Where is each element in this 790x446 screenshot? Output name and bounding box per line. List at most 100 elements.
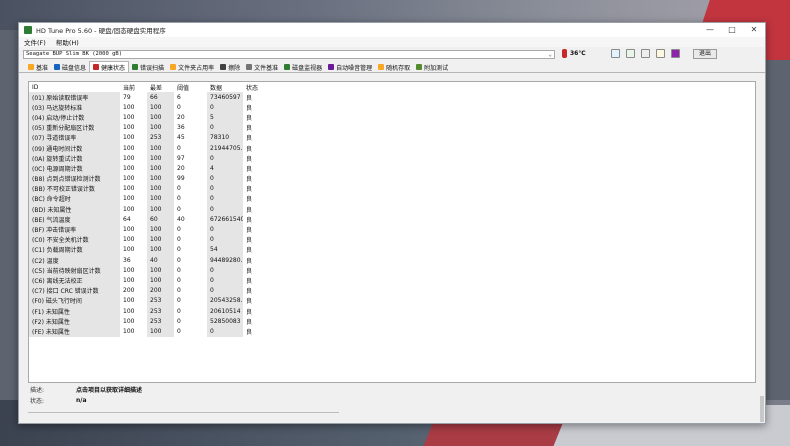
table-row[interactable]: (BF) 冲击错误率 100 100 0 0 良 bbox=[29, 224, 261, 235]
tab-3[interactable]: 错误扫描 bbox=[129, 62, 167, 72]
cell-threshold: 0 bbox=[177, 297, 181, 305]
table-row[interactable]: (C2) 温度 36 40 0 94489280... 良 bbox=[29, 255, 261, 266]
cell-id: (0A) 旋转重试计数 bbox=[29, 153, 120, 164]
cell-threshold: 0 bbox=[177, 287, 181, 295]
cell-current: 79 bbox=[123, 93, 131, 101]
table-row[interactable]: (C1) 负载周期计数 100 100 0 54 良 bbox=[29, 244, 261, 255]
tab-0[interactable]: 基准 bbox=[25, 62, 51, 72]
tab-label: 文件夹占用率 bbox=[178, 64, 215, 72]
tab-5[interactable]: 擦除 bbox=[217, 62, 243, 72]
table-row[interactable]: (C0) 不安全关机计数 100 100 0 0 良 bbox=[29, 234, 261, 245]
table-row[interactable]: (0A) 旋转重试计数 100 100 97 0 良 bbox=[29, 153, 261, 164]
tab-icon bbox=[416, 64, 423, 70]
table-row[interactable]: (C7) 接口 CRC 错误计数 200 200 0 0 良 bbox=[29, 285, 261, 296]
cell-current: 100 bbox=[123, 246, 135, 254]
table-row[interactable]: (BD) 未知属性 100 100 0 0 良 bbox=[29, 204, 261, 215]
minimize-button[interactable]: — bbox=[699, 23, 721, 37]
cell-status: 良 bbox=[246, 135, 253, 143]
tab-10[interactable]: 附加测试 bbox=[413, 62, 451, 72]
cell-id: (BE) 气流温度 bbox=[29, 214, 120, 225]
table-row[interactable]: (05) 重新分配扇区计数 100 100 36 0 良 bbox=[29, 122, 261, 133]
header-current[interactable]: 当前 bbox=[120, 82, 147, 92]
cell-worst: 253 bbox=[147, 132, 174, 143]
tab-8[interactable]: 自动噪音管理 bbox=[325, 62, 375, 72]
table-row[interactable]: (BE) 气流温度 64 60 40 672661540 良 bbox=[29, 214, 261, 225]
tab-9[interactable]: 随机存取 bbox=[375, 62, 413, 72]
table-row[interactable]: (07) 寻道错误率 100 253 45 78310 良 bbox=[29, 132, 261, 143]
tab-6[interactable]: 文件基准 bbox=[243, 62, 281, 72]
cell-data: 0 bbox=[207, 102, 243, 113]
tab-icon bbox=[246, 64, 253, 70]
header-id[interactable]: ID bbox=[29, 82, 120, 92]
smart-table-panel: ID 当前 最差 阈值 数据 状态 (01) 原始读取错误率 79 66 6 73460… bbox=[28, 81, 756, 383]
table-row[interactable]: (FE) 未知属性 100 100 0 0 良 bbox=[29, 326, 261, 337]
cell-status: 良 bbox=[246, 216, 253, 224]
status-value: n/a bbox=[76, 397, 87, 404]
cell-current: 100 bbox=[123, 134, 135, 142]
save-icon[interactable] bbox=[671, 49, 680, 58]
table-row[interactable]: (F0) 磁头飞行时间 100 253 0 20543258... 良 bbox=[29, 295, 261, 306]
table-row[interactable]: (B8) 点到点错误检测计数 100 100 99 0 良 bbox=[29, 173, 261, 184]
copy-text-icon[interactable] bbox=[611, 49, 620, 58]
table-row[interactable]: (F2) 未知属性 100 253 0 52850083 良 bbox=[29, 316, 261, 327]
copy-info-icon[interactable] bbox=[626, 49, 635, 58]
tab-label: 随机存取 bbox=[386, 64, 411, 72]
close-button[interactable]: ✕ bbox=[743, 23, 765, 37]
tab-7[interactable]: 磁盘监视器 bbox=[281, 62, 325, 72]
cell-status: 良 bbox=[246, 155, 253, 163]
menu-file[interactable]: 文件(F) bbox=[24, 37, 46, 47]
table-row[interactable]: (F1) 未知属性 100 253 0 20610514 良 bbox=[29, 305, 261, 317]
menu-help[interactable]: 帮助(H) bbox=[56, 37, 79, 47]
cell-worst: 100 bbox=[147, 193, 174, 205]
cell-worst: 60 bbox=[147, 214, 174, 225]
table-row[interactable]: (01) 原始读取错误率 79 66 6 73460597 良 bbox=[29, 92, 261, 103]
tab-4[interactable]: 文件夹占用率 bbox=[167, 62, 217, 72]
menu-bar: 文件(F) 帮助(H) bbox=[19, 37, 765, 47]
table-row[interactable]: (04) 启动/停止计数 100 100 20 5 良 bbox=[29, 112, 261, 123]
table-row[interactable]: (C6) 离线无法校正 100 100 0 0 良 bbox=[29, 275, 261, 286]
cell-threshold: 99 bbox=[177, 175, 185, 183]
cell-status: 良 bbox=[246, 328, 253, 336]
cell-data: 0 bbox=[207, 265, 243, 276]
cell-id: (B8) 点到点错误检测计数 bbox=[29, 173, 120, 184]
window-title: HD Tune Pro 5.60 - 硬盘/固态硬盘实用程序 bbox=[36, 27, 166, 35]
description-label: 描述: bbox=[30, 387, 45, 394]
cell-data: 0 bbox=[207, 204, 243, 215]
cell-data: 94489280... bbox=[207, 255, 243, 266]
table-row[interactable]: (09) 通电时间计数 100 100 0 21944705... 良 bbox=[29, 142, 261, 154]
cell-current: 100 bbox=[123, 164, 135, 172]
tab-icon bbox=[284, 64, 291, 70]
tab-icon bbox=[54, 64, 61, 70]
header-worst[interactable]: 最差 bbox=[147, 82, 174, 92]
camera-icon[interactable] bbox=[641, 49, 650, 58]
header-data[interactable]: 数据 bbox=[207, 82, 243, 92]
cell-threshold: 20 bbox=[177, 113, 185, 121]
temperature-value: 36℃ bbox=[570, 50, 586, 57]
header-threshold[interactable]: 阈值 bbox=[174, 82, 207, 92]
cell-threshold: 97 bbox=[177, 154, 185, 162]
cell-current: 100 bbox=[123, 226, 135, 234]
cell-current: 100 bbox=[123, 124, 135, 132]
cell-worst: 253 bbox=[147, 295, 174, 306]
drive-select[interactable]: Seagate BUP Slim BK (2000 gB) ⌄ bbox=[23, 49, 555, 59]
header-status[interactable]: 状态 bbox=[243, 82, 261, 92]
cell-threshold: 0 bbox=[177, 256, 181, 264]
tab-1[interactable]: 磁盘信息 bbox=[51, 62, 89, 72]
table-row[interactable]: (BB) 不可校正错误计数 100 100 0 0 良 bbox=[29, 183, 261, 194]
cell-id: (05) 重新分配扇区计数 bbox=[29, 122, 120, 133]
tab-2[interactable]: 健康状态 bbox=[89, 61, 130, 72]
table-row[interactable]: (03) 马达旋转标准 100 100 0 0 良 bbox=[29, 102, 261, 113]
exit-button[interactable]: 退出 bbox=[693, 49, 717, 59]
table-row[interactable]: (C5) 当前待映射扇区计数 100 100 0 0 良 bbox=[29, 265, 261, 276]
cell-data: 20610514 bbox=[207, 305, 243, 317]
cell-current: 100 bbox=[123, 175, 135, 183]
maximize-button[interactable]: □ bbox=[721, 23, 743, 37]
cell-threshold: 0 bbox=[177, 236, 181, 244]
table-row[interactable]: (BC) 命令超时 100 100 0 0 良 bbox=[29, 193, 261, 205]
tab-label: 健康状态 bbox=[101, 64, 126, 72]
status-label: 状态: bbox=[30, 398, 45, 405]
options-icon[interactable] bbox=[656, 49, 665, 58]
cell-current: 200 bbox=[123, 287, 135, 295]
scrollbar[interactable] bbox=[760, 396, 764, 422]
table-row[interactable]: (0C) 电源周期计数 100 100 20 4 良 bbox=[29, 163, 261, 174]
